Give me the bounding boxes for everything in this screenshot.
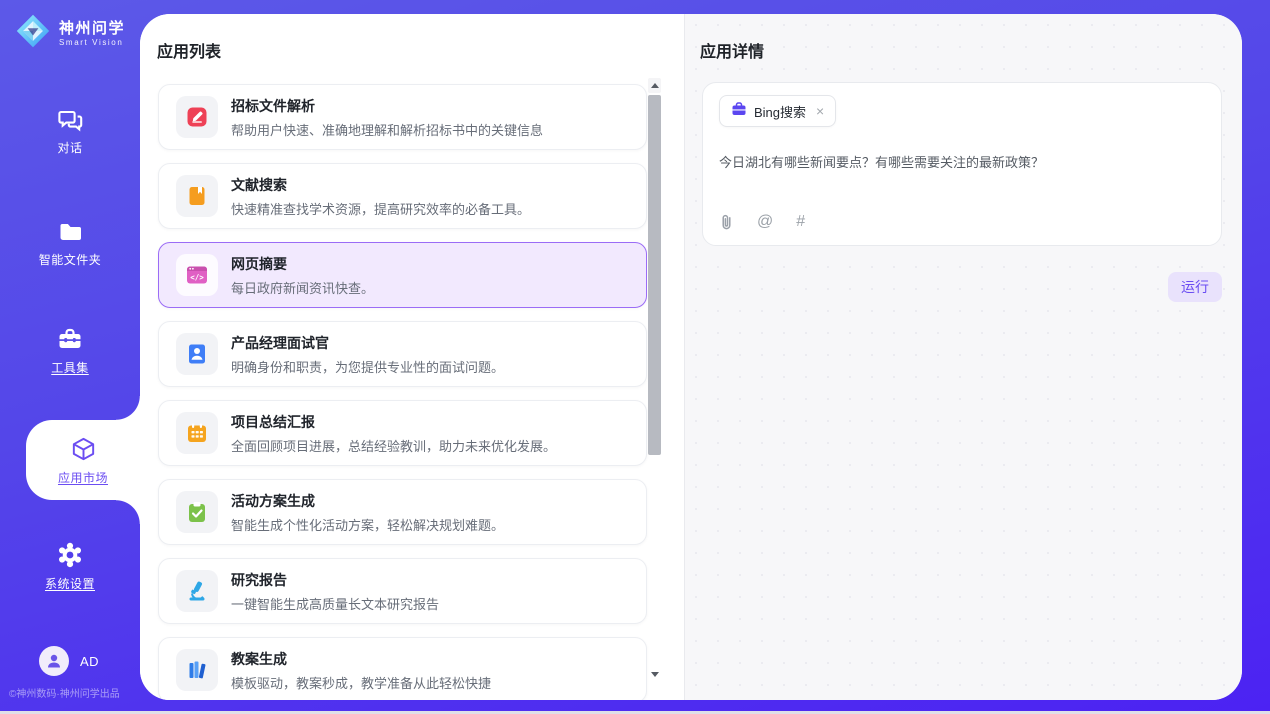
- app-card-activity-plan[interactable]: 活动方案生成智能生成个性化活动方案，轻松解决规划难题。: [158, 479, 647, 545]
- prompt-card: Bing搜索 × 今日湖北有哪些新闻要点？有哪些需要关注的最新政策？ @ #: [702, 82, 1222, 246]
- sidebar-item-app-market[interactable]: 应用市场: [26, 420, 140, 500]
- prompt-text[interactable]: 今日湖北有哪些新闻要点？有哪些需要关注的最新政策？: [719, 152, 1205, 171]
- diamond-logo-icon: [15, 13, 51, 54]
- brand-name: 神州问学: [59, 20, 125, 37]
- app-list: 招标文件解析帮助用户快速、准确地理解和解析招标书中的关键信息文献搜索快速精准查找…: [158, 84, 647, 700]
- app-card-title: 文献搜索: [231, 175, 530, 195]
- app-detail-title: 应用详情: [700, 38, 764, 62]
- app-card-desc: 明确身份和职责，为您提供专业性的面试问题。: [231, 357, 504, 376]
- app-detail-panel: 应用详情 Bing搜索 × 今日湖北有哪些新闻要点？有哪些需要关注的最新政策？: [685, 14, 1242, 700]
- app-card-desc: 全面回顾项目进展，总结经验教训，助力未来优化发展。: [231, 436, 556, 455]
- app-card-desc: 模板驱动，教案秒成，教学准备从此轻松快捷: [231, 673, 491, 692]
- app-list-title: 应用列表: [157, 38, 221, 62]
- scrollbar-thumb[interactable]: [648, 95, 661, 455]
- microscope-icon: [176, 570, 218, 612]
- paperclip-icon[interactable]: [719, 213, 734, 231]
- user-row[interactable]: AD: [39, 646, 99, 676]
- app-card-desc: 一键智能生成高质量长文本研究报告: [231, 594, 439, 613]
- book-icon: [176, 175, 218, 217]
- app-card-research-report[interactable]: 研究报告一键智能生成高质量长文本研究报告: [158, 558, 647, 624]
- toolbox-icon: [56, 327, 84, 353]
- sidebar-item-label: 系统设置: [45, 575, 95, 592]
- app-card-project-summary[interactable]: 项目总结汇报全面回顾项目进展，总结经验教训，助力未来优化发展。: [158, 400, 647, 466]
- app-card-title: 网页摘要: [231, 254, 374, 274]
- app-card-tender-parse[interactable]: 招标文件解析帮助用户快速、准确地理解和解析招标书中的关键信息: [158, 84, 647, 150]
- sidebar-item-label: 工具集: [51, 359, 89, 376]
- app-card-desc: 快速精准查找学术资源，提高研究效率的必备工具。: [231, 199, 530, 218]
- sidebar-item-chat[interactable]: 对话: [0, 107, 140, 156]
- cube-icon: [69, 435, 98, 464]
- edit-doc-icon: [176, 96, 218, 138]
- svg-text:</>: </>: [190, 273, 204, 282]
- app-card-web-summary[interactable]: </> 网页摘要每日政府新闻资讯快查。: [158, 242, 647, 308]
- folder-icon: [57, 219, 84, 245]
- run-button[interactable]: 运行: [1168, 272, 1222, 302]
- app-card-lesson-plan[interactable]: 教案生成模板驱动，教案秒成，教学准备从此轻松快捷: [158, 637, 647, 700]
- scroll-up-button[interactable]: [648, 78, 661, 93]
- avatar: [39, 646, 69, 676]
- interview-icon: [176, 333, 218, 375]
- sidebar-item-toolset[interactable]: 工具集: [0, 327, 140, 376]
- app-card-literature-search[interactable]: 文献搜索快速精准查找学术资源，提高研究效率的必备工具。: [158, 163, 647, 229]
- gear-icon: [56, 541, 84, 569]
- scroll-down-button[interactable]: [648, 667, 661, 681]
- brand-logo: 神州问学 Smart Vision: [15, 13, 125, 54]
- tool-chip-bing-search[interactable]: Bing搜索 ×: [719, 95, 836, 127]
- app-card-desc: 智能生成个性化活动方案，轻松解决规划难题。: [231, 515, 504, 534]
- sidebar-item-label: 应用市场: [58, 469, 108, 486]
- app-card-desc: 每日政府新闻资讯快查。: [231, 278, 374, 297]
- browser-code-icon: </>: [176, 254, 218, 296]
- brand-subtitle: Smart Vision: [59, 38, 125, 47]
- app-card-title: 招标文件解析: [231, 96, 543, 116]
- chip-close-icon[interactable]: ×: [816, 104, 824, 118]
- app-card-desc: 帮助用户快速、准确地理解和解析招标书中的关键信息: [231, 120, 543, 139]
- books-icon: [176, 649, 218, 691]
- calendar-icon: [176, 412, 218, 454]
- clipboard-check-icon: [176, 491, 218, 533]
- person-icon: [45, 652, 63, 670]
- hash-icon[interactable]: #: [796, 214, 805, 230]
- sidebar-item-label: 智能文件夹: [39, 251, 102, 268]
- at-mention-icon[interactable]: @: [757, 214, 773, 230]
- app-card-pm-interviewer[interactable]: 产品经理面试官明确身份和职责，为您提供专业性的面试问题。: [158, 321, 647, 387]
- list-scrollbar[interactable]: [648, 78, 661, 681]
- sidebar-item-smart-folder[interactable]: 智能文件夹: [0, 219, 140, 268]
- chat-icon: [57, 107, 84, 133]
- sidebar: 神州问学 Smart Vision 对话智能文件夹工具集应用市场系统设置 AD …: [0, 0, 140, 714]
- app-card-title: 教案生成: [231, 649, 491, 669]
- sidebar-item-label: 对话: [57, 139, 82, 156]
- briefcase-icon: [731, 101, 747, 122]
- app-card-title: 研究报告: [231, 570, 439, 590]
- app-list-panel: 应用列表 招标文件解析帮助用户快速、准确地理解和解析招标书中的关键信息文献搜索快…: [140, 14, 685, 700]
- tool-chip-label: Bing搜索: [754, 102, 806, 121]
- app-card-title: 项目总结汇报: [231, 412, 556, 432]
- app-card-title: 活动方案生成: [231, 491, 504, 511]
- content-shell: 应用列表 招标文件解析帮助用户快速、准确地理解和解析招标书中的关键信息文献搜索快…: [140, 14, 1242, 700]
- copyright-footer: ©神州数码·神州问学出品: [9, 685, 120, 700]
- user-name: AD: [80, 654, 99, 669]
- sidebar-item-settings[interactable]: 系统设置: [0, 541, 140, 592]
- app-card-title: 产品经理面试官: [231, 333, 504, 353]
- attachment-toolbar: @ #: [719, 213, 1205, 231]
